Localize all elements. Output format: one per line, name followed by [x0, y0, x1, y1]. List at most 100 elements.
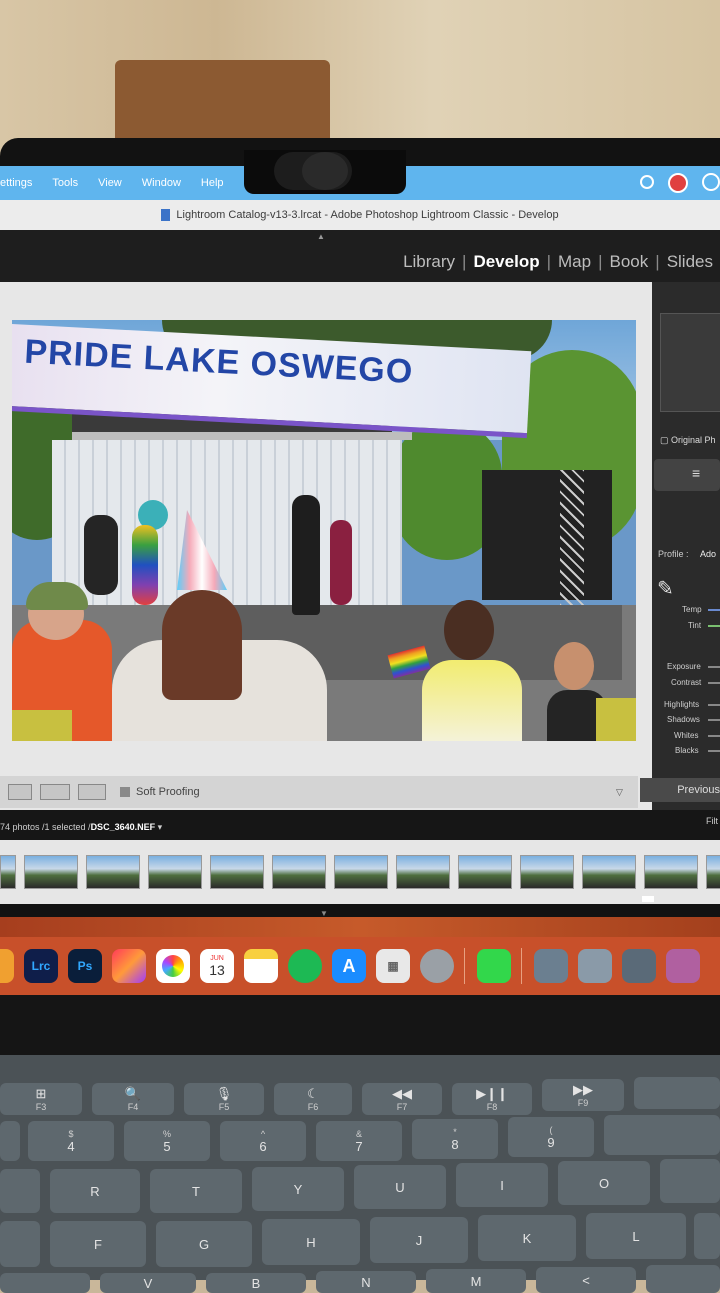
key-6[interactable]: ^ 6 [220, 1121, 306, 1161]
key-comma[interactable]: < [536, 1267, 636, 1293]
key-m[interactable]: M [426, 1269, 526, 1293]
module-map[interactable]: Map [551, 252, 598, 272]
filmstrip-scroll-thumb[interactable] [642, 896, 654, 902]
menu-tools[interactable]: Tools [52, 177, 78, 189]
profile-value[interactable]: Ado [700, 549, 716, 559]
contrast-slider[interactable] [708, 682, 720, 684]
photo-preview[interactable]: PRIDE LAKE OSWEGO [12, 320, 636, 741]
key-f5[interactable]: 🎙 F5 [184, 1083, 264, 1115]
dock-app-store-icon[interactable]: A [332, 949, 366, 983]
menu-view[interactable]: View [98, 177, 122, 189]
exposure-slider[interactable] [708, 666, 720, 668]
dock-recent-item-icon[interactable] [578, 949, 612, 983]
white-balance-eyedropper-icon[interactable]: ✎ [657, 576, 674, 601]
filmstrip-thumbnail[interactable] [582, 855, 636, 889]
status-icon-a[interactable] [640, 175, 654, 189]
before-after-swap-button[interactable] [78, 784, 106, 800]
key-f7[interactable]: ◀◀ F7 [362, 1083, 442, 1115]
key-n[interactable]: N [316, 1271, 416, 1293]
key-3[interactable] [0, 1121, 20, 1161]
toolbar-menu-chevron-icon[interactable]: ▽ [616, 787, 623, 798]
dock-calendar-icon[interactable]: JUN 13 [200, 949, 234, 983]
key-l[interactable]: L [586, 1213, 686, 1259]
previous-button[interactable]: Previous [640, 778, 720, 802]
original-photo-label[interactable]: ▢ Original Ph [660, 435, 716, 446]
key-f9[interactable]: ▶▶ F9 [542, 1079, 624, 1111]
filmstrip-thumbnail[interactable] [210, 855, 264, 889]
filmstrip-thumbnail[interactable] [272, 855, 326, 889]
menu-settings[interactable]: ettings [0, 177, 32, 189]
dock-lightroom-classic-icon[interactable]: Lrc [24, 949, 58, 983]
key-f3[interactable]: ⊞ F3 [0, 1083, 82, 1115]
shadows-slider[interactable] [708, 719, 720, 721]
dock-photoshop-icon[interactable]: Ps [68, 949, 102, 983]
filmstrip-thumbnail[interactable] [706, 855, 720, 889]
soft-proofing-checkbox[interactable] [120, 787, 130, 797]
key-f10[interactable] [634, 1077, 720, 1109]
dock-notes-icon[interactable] [244, 949, 278, 983]
key-d[interactable] [0, 1221, 40, 1267]
filmstrip-thumbnail[interactable] [0, 855, 16, 889]
key-f8[interactable]: ▶❙❙ F8 [452, 1083, 532, 1115]
key-8[interactable]: * 8 [412, 1119, 498, 1159]
filmstrip-thumbnail[interactable] [86, 855, 140, 889]
filmstrip-thumbnail[interactable] [334, 855, 388, 889]
dock-system-settings-icon[interactable] [420, 949, 454, 983]
filmstrip-thumbnail[interactable] [644, 855, 698, 889]
menu-help[interactable]: Help [201, 177, 224, 189]
key-o[interactable]: O [558, 1161, 650, 1205]
tint-slider[interactable] [708, 625, 720, 627]
key-f6[interactable]: ☾ F6 [274, 1083, 352, 1115]
key-g[interactable]: G [156, 1221, 252, 1267]
temp-slider[interactable] [708, 609, 720, 611]
filmstrip-thumbnail[interactable] [458, 855, 512, 889]
collapse-top-panel-icon[interactable]: ▲ [317, 232, 325, 241]
sliders-icon[interactable]: ≡ [692, 465, 700, 481]
filmstrip-thumbnail[interactable] [396, 855, 450, 889]
key-y[interactable]: Y [252, 1167, 344, 1211]
key-0[interactable] [604, 1115, 720, 1155]
menu-window[interactable]: Window [142, 177, 181, 189]
key-r[interactable]: R [50, 1169, 140, 1213]
whites-slider[interactable] [708, 735, 720, 737]
key-i[interactable]: I [456, 1163, 548, 1207]
filmstrip-thumbnail[interactable] [24, 855, 78, 889]
dock-creative-cloud-icon[interactable] [112, 949, 146, 983]
module-library[interactable]: Library [396, 252, 462, 272]
module-book[interactable]: Book [603, 252, 656, 272]
key-f[interactable]: F [50, 1221, 146, 1267]
key-f4[interactable]: 🔍 F4 [92, 1083, 174, 1115]
dock-recent-item-icon[interactable] [534, 949, 568, 983]
record-icon[interactable] [668, 173, 688, 193]
dock-recent-item-icon[interactable] [622, 949, 656, 983]
dock-calculator-icon[interactable]: ▦ [376, 949, 410, 983]
key-semicolon[interactable] [694, 1213, 720, 1259]
key-5[interactable]: % 5 [124, 1121, 210, 1161]
filmstrip-thumbnail[interactable] [520, 855, 574, 889]
module-slides[interactable]: Slides [660, 252, 720, 272]
key-h[interactable]: H [262, 1219, 360, 1265]
key-p[interactable] [660, 1159, 720, 1203]
play-icon[interactable] [702, 173, 720, 191]
dock-spotify-icon[interactable] [288, 949, 322, 983]
before-after-button[interactable] [40, 784, 70, 800]
key-j[interactable]: J [370, 1217, 468, 1263]
dock-recent-item-icon[interactable] [666, 949, 700, 983]
highlights-slider[interactable] [708, 704, 720, 706]
dock-photos-icon[interactable] [156, 949, 190, 983]
key-9[interactable]: (9 [508, 1117, 594, 1157]
key-c[interactable] [0, 1273, 90, 1293]
key-v[interactable]: V [100, 1273, 196, 1293]
loupe-view-button[interactable] [8, 784, 32, 800]
edit-tools-strip[interactable]: ≡ [654, 459, 720, 491]
blacks-slider[interactable] [708, 750, 720, 752]
key-b[interactable]: B [206, 1273, 306, 1293]
key-k[interactable]: K [478, 1215, 576, 1261]
dock-app-partial-icon[interactable] [0, 949, 14, 983]
filename-dropdown-icon[interactable]: ▾ [158, 822, 163, 832]
key-period[interactable] [646, 1265, 720, 1293]
dock-facetime-icon[interactable] [477, 949, 511, 983]
key-t[interactable]: T [150, 1169, 242, 1213]
filmstrip-filter-label[interactable]: Filt [706, 816, 718, 826]
module-develop[interactable]: Develop [466, 252, 546, 272]
